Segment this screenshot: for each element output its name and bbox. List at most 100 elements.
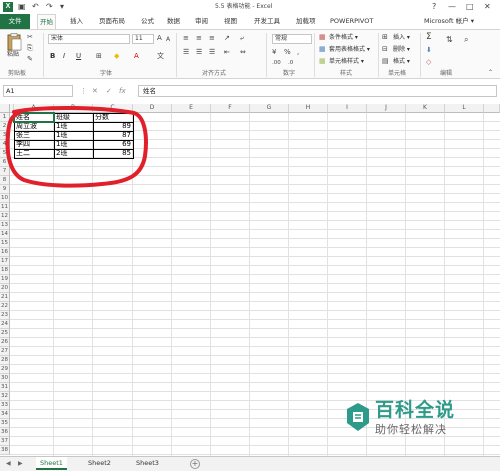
column-header-j[interactable]: J [367,104,406,113]
row-header-24[interactable]: 24 [0,320,10,329]
row-header-28[interactable]: 28 [0,356,10,365]
collapse-ribbon-icon[interactable]: ⌃ [488,68,493,77]
tab-review[interactable]: 审阅 [193,14,210,29]
row-header-38[interactable]: 38 [0,446,10,455]
grow-font-icon[interactable]: A [157,34,162,43]
column-header-i[interactable]: I [328,104,367,113]
account-menu[interactable]: Microsoft 帐户 ▾ [424,14,474,29]
column-header-l[interactable]: L [445,104,484,113]
merge-center-icon[interactable]: ⇔ [240,48,246,57]
row-header-12[interactable]: 12 [0,212,10,221]
row-header-35[interactable]: 35 [0,419,10,428]
add-sheet-icon[interactable]: + [190,459,200,469]
row-header-11[interactable]: 11 [0,203,10,212]
decrease-indent-icon[interactable]: ⇤ [224,48,230,57]
row-header-19[interactable]: 19 [0,275,10,284]
fill-color-icon[interactable]: ◆ [114,52,119,61]
align-bottom-icon[interactable]: ≡ [209,34,215,43]
tab-powerpivot[interactable]: POWERPIVOT [328,14,375,29]
row-header-27[interactable]: 27 [0,347,10,356]
percent-icon[interactable]: % [284,48,291,57]
increase-decimal-icon[interactable]: .00 [272,59,281,68]
conditional-format-button[interactable]: 条件格式 ▾ [329,33,358,42]
row-header-15[interactable]: 15 [0,239,10,248]
row-header-21[interactable]: 21 [0,293,10,302]
column-header-f[interactable]: F [211,104,250,113]
align-middle-icon[interactable]: ≡ [196,34,202,43]
tab-view[interactable]: 视图 [222,14,239,29]
phonetic-icon[interactable]: 文 [157,52,164,61]
cut-icon[interactable]: ✂ [27,33,33,42]
sheet-tab-1[interactable]: Sheet1 [36,457,67,470]
bold-button[interactable]: B [50,52,55,61]
row-header-32[interactable]: 32 [0,392,10,401]
column-header-g[interactable]: G [250,104,289,113]
autosum-icon[interactable]: Σ [426,33,432,42]
align-left-icon[interactable]: ☰ [183,48,189,57]
tab-insert[interactable]: 插入 [68,14,85,29]
font-name-select[interactable]: 宋体 [48,34,130,44]
column-header-h[interactable]: H [289,104,328,113]
sheet-tab-3[interactable]: Sheet3 [132,457,163,470]
format-painter-icon[interactable]: ✎ [27,55,33,64]
restore-button[interactable]: □ [466,1,474,13]
row-header-30[interactable]: 30 [0,374,10,383]
clear-icon[interactable]: ◇ [426,58,431,67]
row-header-29[interactable]: 29 [0,365,10,374]
row-header-23[interactable]: 23 [0,311,10,320]
shrink-font-icon[interactable]: A [166,35,170,44]
tab-page-layout[interactable]: 页面布局 [97,14,127,29]
decrease-decimal-icon[interactable]: .0 [288,59,293,68]
tab-developer[interactable]: 开发工具 [252,14,282,29]
font-color-icon[interactable]: A [134,52,139,61]
enter-icon[interactable]: ✓ [106,86,112,96]
fill-icon[interactable]: ⬇ [426,46,432,55]
tab-formulas[interactable]: 公式 [139,14,156,29]
orientation-icon[interactable]: ↗ [224,34,230,43]
row-header-18[interactable]: 18 [0,266,10,275]
sheet-tab-2[interactable]: Sheet2 [84,457,115,470]
insert-cells-button[interactable]: 插入 ▾ [393,33,410,42]
number-format-select[interactable]: 常规 [272,34,312,44]
customize-quick-access-icon[interactable]: ▾ [60,1,64,13]
delete-cells-button[interactable]: 删除 ▾ [393,45,410,54]
row-header-25[interactable]: 25 [0,329,10,338]
find-select-icon[interactable]: ⌕ [464,35,468,44]
underline-button[interactable]: U [76,52,81,61]
tab-data[interactable]: 数据 [165,14,182,29]
insert-function-icon[interactable]: fx [119,86,126,96]
align-center-icon[interactable]: ☰ [196,48,202,57]
row-header-36[interactable]: 36 [0,428,10,437]
wrap-text-icon[interactable]: ⤶ [240,34,244,43]
cancel-icon[interactable]: ✕ [92,86,98,96]
close-button[interactable]: ✕ [484,1,491,13]
border-icon[interactable]: ⊞ [96,52,102,61]
row-header-22[interactable]: 22 [0,302,10,311]
font-size-select[interactable]: 11 [132,34,154,44]
paste-button[interactable]: 粘贴 [6,33,22,61]
redo-icon[interactable]: ↷ [46,1,53,13]
copy-icon[interactable]: ⎘ [27,44,33,53]
row-header-20[interactable]: 20 [0,284,10,293]
cell-styles-button[interactable]: 单元格样式 ▾ [329,57,364,66]
row-header-10[interactable]: 10 [0,194,10,203]
format-cells-button[interactable]: 格式 ▾ [393,57,410,66]
row-header-13[interactable]: 13 [0,221,10,230]
undo-icon[interactable]: ↶ [32,1,39,13]
formula-input[interactable]: 姓名 [138,85,497,97]
format-as-table-button[interactable]: 套用表格格式 ▾ [329,45,370,54]
column-header-k[interactable]: K [406,104,445,113]
name-box[interactable]: A1 [3,85,73,97]
help-button[interactable]: ? [432,1,436,13]
prev-sheet-icon[interactable]: ◀ [6,459,11,469]
next-sheet-icon[interactable]: ▶ [18,459,23,469]
column-header-e[interactable]: E [172,104,211,113]
tab-file[interactable]: 文件 [0,14,30,29]
row-header-37[interactable]: 37 [0,437,10,446]
row-header-17[interactable]: 17 [0,257,10,266]
align-top-icon[interactable]: ≡ [183,34,189,43]
save-icon[interactable]: ▣ [18,1,26,13]
align-right-icon[interactable]: ☰ [209,48,215,57]
currency-icon[interactable]: ¥ [272,48,276,57]
row-header-34[interactable]: 34 [0,410,10,419]
